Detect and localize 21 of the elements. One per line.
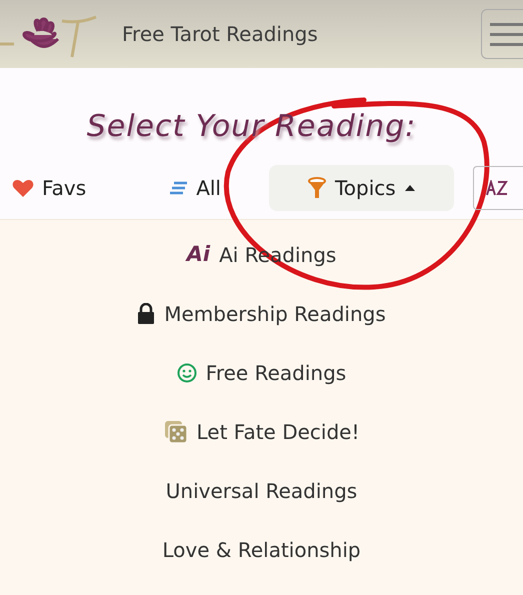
funnel-icon: [306, 177, 327, 199]
menu-item[interactable]: Universal Readings: [0, 461, 523, 520]
tab[interactable]: All: [158, 165, 233, 211]
menu-item[interactable]: Membership Readings: [0, 284, 523, 343]
dice-icon: [164, 420, 188, 444]
tab[interactable]: Favs: [0, 165, 98, 211]
site-title: Free Tarot Readings: [122, 21, 318, 48]
list-icon: [170, 181, 188, 195]
menu-item[interactable]: Free Readings: [0, 343, 523, 402]
sort-icon: [486, 180, 508, 196]
menu-item[interactable]: Love & Relationship: [0, 520, 523, 579]
caret-icon: [404, 184, 416, 192]
lock-icon: [137, 302, 156, 324]
tab[interactable]: Topics: [268, 165, 454, 211]
heart-icon: [12, 178, 34, 198]
menu-button[interactable]: [481, 9, 523, 59]
menu-item[interactable]: Let Fate Decide!: [0, 402, 523, 461]
smiley-icon: [176, 362, 197, 382]
sort-button[interactable]: [473, 166, 523, 210]
ai-label: Ai: [186, 240, 210, 268]
page-heading: Select Your Reading:: [86, 108, 418, 146]
